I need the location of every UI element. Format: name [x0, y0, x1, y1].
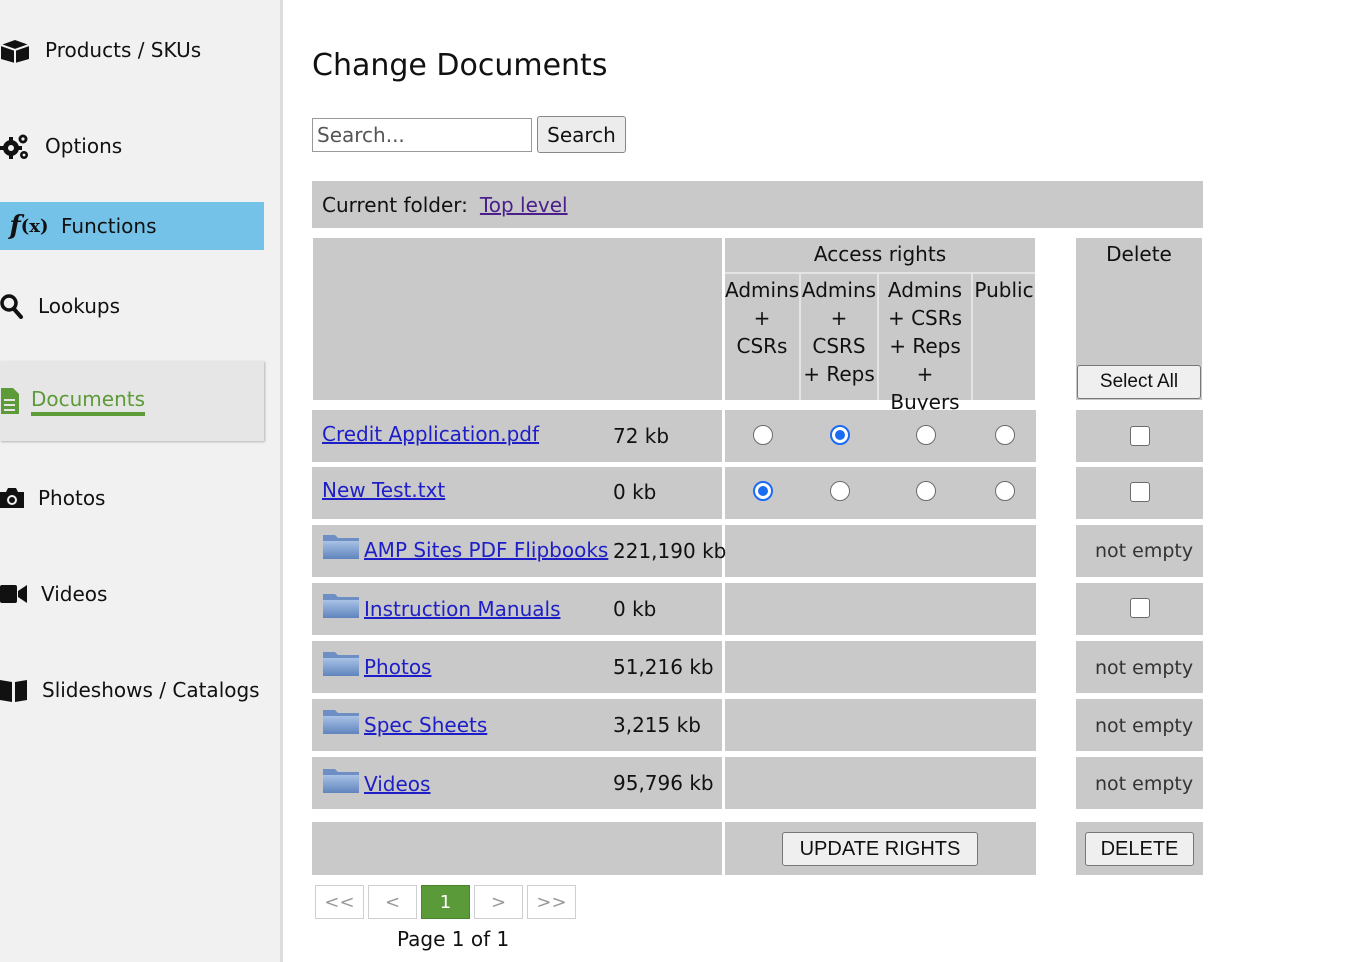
select-all-button[interactable]: Select All [1077, 365, 1201, 399]
pager-last-button[interactable]: >> [527, 885, 576, 919]
folder-icon [322, 591, 360, 619]
sidebar-item-label: Photos [38, 486, 106, 510]
name-header-cell [313, 238, 722, 400]
box-icon [0, 37, 30, 63]
folder-name: Spec Sheets [322, 710, 487, 739]
current-folder-label: Current folder: [322, 192, 468, 217]
folder-name: Videos [322, 769, 430, 798]
sidebar-item-products[interactable]: Products / SKUs [0, 30, 201, 70]
sidebar-item-label: Products / SKUs [45, 38, 202, 62]
page-info: Page 1 of 1 [397, 927, 510, 951]
folder-icon [322, 766, 360, 794]
access-col-admins-csrs: Admins + CSRs [725, 278, 800, 358]
file-name: New Test.txt [322, 478, 445, 502]
sidebar-item-slideshows[interactable]: Slideshows / Catalogs [0, 670, 260, 710]
top-level-link[interactable]: Top level [480, 193, 568, 217]
sidebar-item-options[interactable]: Options [0, 126, 122, 166]
folder-link[interactable]: AMP Sites PDF Flipbooks [364, 538, 608, 562]
folder-link[interactable]: Photos [364, 655, 431, 679]
sidebar-item-photos[interactable]: Photos [0, 478, 105, 518]
folder-link[interactable]: Videos [364, 772, 430, 796]
page-title: Change Documents [312, 48, 608, 83]
folder-size: 3,215 kb [613, 713, 701, 737]
delete-checkbox[interactable] [1130, 426, 1150, 446]
access-col-admins-csrs-reps-buyers: Admins + CSRs + Reps + Buyers [887, 278, 963, 414]
access-radio[interactable] [916, 481, 936, 501]
access-radio[interactable] [995, 481, 1015, 501]
folder-icon [322, 707, 360, 735]
sidebar-item-label: Lookups [38, 294, 121, 318]
sidebar: Products / SKUs Options f (x) Functions L… [0, 0, 283, 962]
folder-size: 0 kb [613, 597, 657, 621]
file-size: 0 kb [613, 480, 657, 504]
delete-header-title: Delete [1106, 242, 1172, 266]
pager-next-button[interactable]: > [474, 885, 523, 919]
delete-checkbox[interactable] [1130, 598, 1150, 618]
sidebar-item-label: Options [45, 134, 123, 158]
file-size: 72 kb [613, 424, 670, 448]
not-empty-label: not empty [1095, 773, 1194, 795]
sidebar-item-label: Slideshows / Catalogs [42, 678, 260, 702]
access-radio[interactable] [995, 425, 1015, 445]
pager-prev-button[interactable]: < [368, 885, 417, 919]
access-radio[interactable] [753, 481, 773, 501]
gears-icon [0, 131, 30, 161]
access-radio[interactable] [916, 425, 936, 445]
folder-link[interactable]: Spec Sheets [364, 713, 487, 737]
folder-icon [322, 532, 360, 560]
search-input[interactable] [312, 118, 532, 152]
folder-size: 221,190 kb [613, 539, 727, 563]
access-cell [725, 583, 1036, 635]
not-empty-label: not empty [1095, 715, 1194, 737]
divider [725, 272, 1035, 274]
video-icon [0, 583, 28, 605]
function-icon: f (x) [9, 211, 49, 241]
search-button[interactable]: Search [537, 116, 626, 153]
sidebar-item-label: Documents [31, 387, 146, 416]
access-radio[interactable] [830, 425, 850, 445]
access-cell [725, 525, 1036, 577]
folder-size: 51,216 kb [613, 655, 714, 679]
access-cell [725, 757, 1036, 809]
access-rights-title: Access rights [813, 242, 947, 266]
search-icon [0, 293, 24, 319]
not-empty-label: not empty [1095, 657, 1194, 679]
delete-checkbox[interactable] [1130, 482, 1150, 502]
camera-icon [0, 487, 24, 509]
folder-link[interactable]: Instruction Manuals [364, 597, 561, 621]
access-radio[interactable] [830, 481, 850, 501]
document-icon [0, 386, 20, 416]
update-rights-button[interactable]: UPDATE RIGHTS [782, 832, 978, 866]
book-icon [0, 678, 28, 702]
sidebar-item-lookups[interactable]: Lookups [0, 286, 120, 326]
sidebar-item-label: Functions [61, 214, 157, 238]
access-cell [725, 641, 1036, 693]
not-empty-label: not empty [1095, 540, 1194, 562]
folder-name: Instruction Manuals [322, 594, 561, 623]
access-radio[interactable] [753, 425, 773, 445]
file-link[interactable]: Credit Application.pdf [322, 422, 539, 446]
access-cell [725, 699, 1036, 751]
folder-icon [322, 649, 360, 677]
delete-button[interactable]: DELETE [1085, 832, 1194, 866]
folder-name: Photos [322, 652, 431, 681]
pager-first-button[interactable]: << [315, 885, 364, 919]
file-name: Credit Application.pdf [322, 422, 539, 446]
access-col-public: Public [974, 278, 1034, 302]
sidebar-item-documents[interactable]: Documents [0, 361, 264, 441]
access-col-admins-csrs-reps: Admins + CSRS + Reps [801, 278, 877, 386]
sidebar-item-functions[interactable]: f (x) Functions [0, 202, 264, 250]
sidebar-item-label: Videos [41, 582, 108, 606]
current-folder-bar: Current folder: Top level [312, 181, 1203, 228]
footer-cell [312, 822, 722, 875]
folder-name: AMP Sites PDF Flipbooks [322, 535, 608, 564]
sidebar-item-videos[interactable]: Videos [0, 574, 107, 614]
pager-current-page[interactable]: 1 [421, 885, 470, 919]
file-link[interactable]: New Test.txt [322, 478, 445, 502]
folder-size: 95,796 kb [613, 771, 714, 795]
